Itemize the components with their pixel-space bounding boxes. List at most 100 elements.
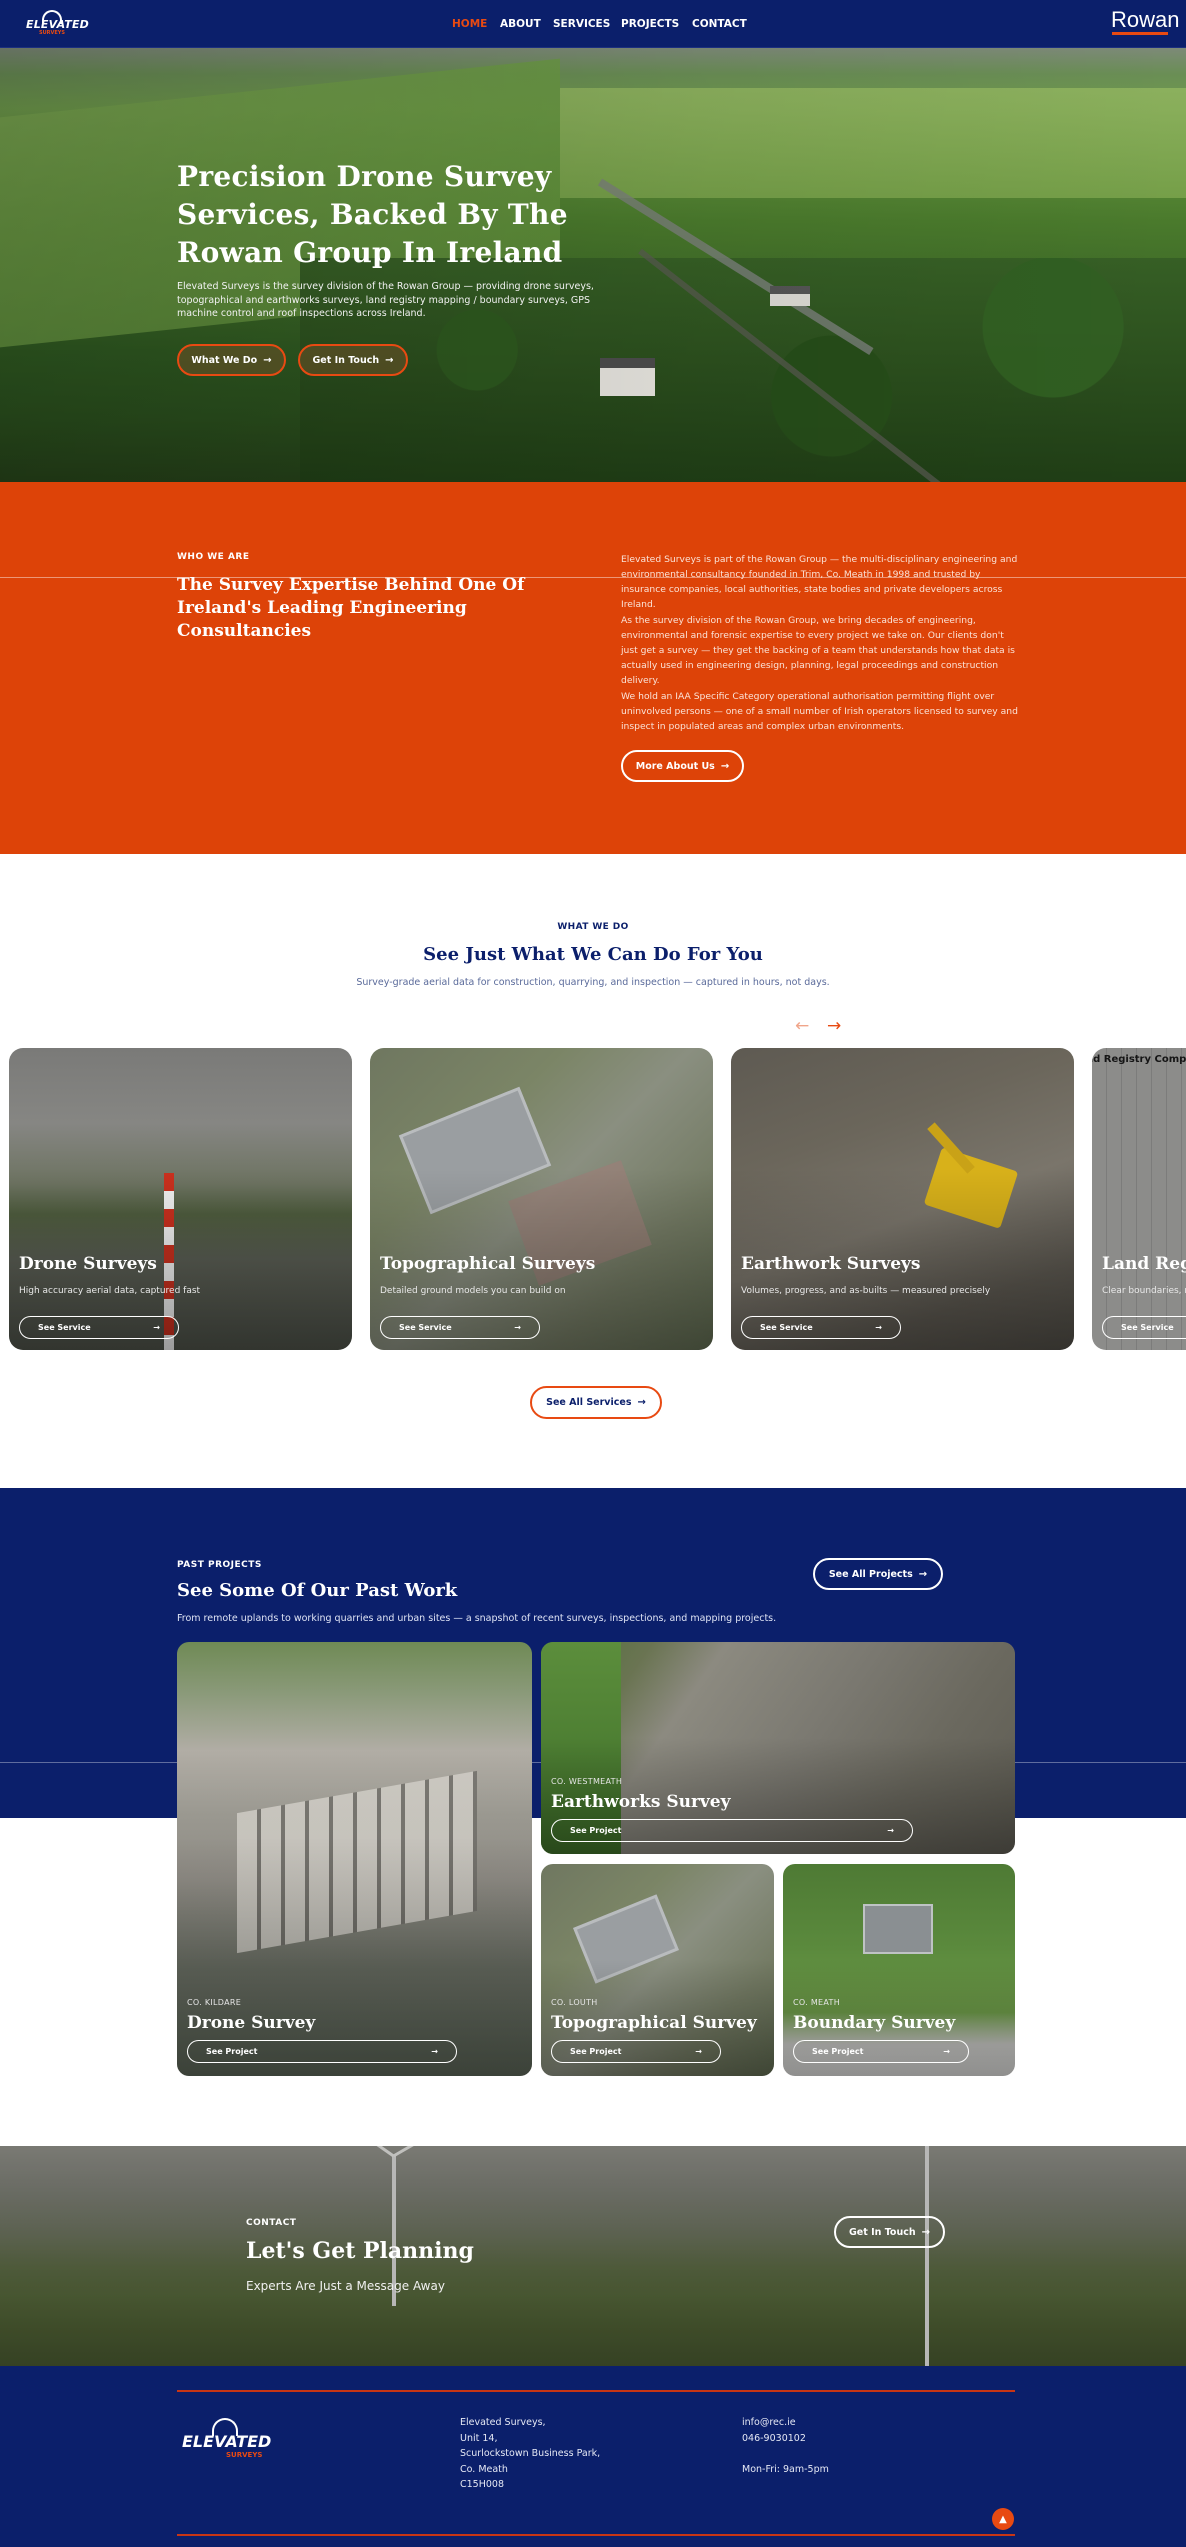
who-paragraph: Elevated Surveys is part of the Rowan Gr… xyxy=(621,554,1018,610)
contact-section: CONTACT Let's Get Planning Experts Are J… xyxy=(0,2146,1186,2366)
service-card-title: Topographical Surveys xyxy=(380,1254,596,1274)
address-line: Elevated Surveys, xyxy=(460,2417,546,2428)
project-card-westmeath[interactable]: CO. WESTMEATH Earthworks Survey See Proj… xyxy=(541,1642,1015,1854)
footer-phone[interactable]: 046-9030102 xyxy=(742,2433,806,2444)
nav-home[interactable]: HOME xyxy=(452,18,487,30)
arrow-left-icon[interactable]: ← xyxy=(795,1016,809,1036)
service-card-desc: Volumes, progress, and as-builts — measu… xyxy=(741,1286,991,1296)
arrow-right-icon[interactable]: → xyxy=(827,1016,841,1036)
arrow-right-icon: → xyxy=(695,2047,702,2056)
rowan-logo[interactable]: Rowan xyxy=(1111,7,1179,33)
arrow-right-icon: → xyxy=(921,2226,930,2238)
service-card-land-registry[interactable]: nd Registry Compl Land Registry Complian… xyxy=(1092,1048,1186,1350)
contact-overlay xyxy=(0,2146,1186,2366)
arrow-right-icon: → xyxy=(263,354,272,366)
nav-services[interactable]: SERVICES xyxy=(553,18,610,30)
see-service-button[interactable]: See Service → xyxy=(380,1316,540,1339)
arrow-right-icon: → xyxy=(887,1826,894,1835)
arrow-right-icon: → xyxy=(720,760,730,772)
card-overlay xyxy=(370,1048,713,1350)
project-location: CO. WESTMEATH xyxy=(551,1777,623,1786)
project-title: Topographical Survey xyxy=(551,2013,757,2033)
project-card-meath[interactable]: CO. MEATH Boundary Survey See Project → xyxy=(783,1864,1015,2076)
see-project-button[interactable]: See Project → xyxy=(187,2040,457,2063)
button-label: See Service xyxy=(1121,1323,1174,1332)
contact-subtitle: Experts Are Just a Message Away xyxy=(246,2279,445,2293)
footer-logo[interactable]: ELEVATED SURVEYS xyxy=(182,2418,272,2460)
button-label: Get In Touch xyxy=(312,354,380,366)
who-title: The Survey Expertise Behind One Of Irela… xyxy=(177,575,525,641)
who-paragraph: As the survey division of the Rowan Grou… xyxy=(621,615,1015,686)
service-card-desc: Clear boundaries, m xyxy=(1102,1286,1186,1296)
nav-contact[interactable]: CONTACT xyxy=(692,18,747,30)
button-label: More About Us xyxy=(635,760,715,772)
project-title: Earthworks Survey xyxy=(551,1792,731,1812)
elevated-logo[interactable]: ELEVATED SURVEYS xyxy=(26,9,89,39)
button-label: See Service xyxy=(38,1323,91,1332)
contact-title: Let's Get Planning xyxy=(246,2238,474,2264)
card-overlay xyxy=(1092,1048,1186,1350)
arrow-right-icon: → xyxy=(918,1568,928,1580)
button-label: See Service xyxy=(760,1323,813,1332)
project-location: CO. MEATH xyxy=(793,1998,841,2007)
see-service-button[interactable]: See Service → xyxy=(741,1316,901,1339)
project-location: CO. LOUTH xyxy=(551,1998,598,2007)
card-overlay xyxy=(177,1642,532,2076)
service-card-desc: High accuracy aerial data, captured fast xyxy=(19,1286,201,1296)
footer-email[interactable]: info@rec.ie xyxy=(742,2417,796,2428)
see-project-button[interactable]: See Project → xyxy=(793,2040,969,2063)
hero-section: Precision Drone Survey Services, Backed … xyxy=(0,48,1186,482)
project-card-louth[interactable]: CO. LOUTH Topographical Survey See Proje… xyxy=(541,1864,774,2076)
hero-body: Elevated Surveys is the survey division … xyxy=(177,281,594,319)
footer-hours: Mon-Fri: 9am-5pm xyxy=(742,2464,829,2475)
button-label: See Project xyxy=(570,2047,622,2056)
projects-title: See Some Of Our Past Work xyxy=(177,1580,458,1601)
what-we-do-button[interactable]: What We Do → xyxy=(177,344,286,376)
button-label: Get In Touch xyxy=(849,2226,916,2238)
button-label: See All Projects xyxy=(828,1568,913,1580)
get-in-touch-button[interactable]: Get In Touch → xyxy=(298,344,408,376)
arrow-right-icon: → xyxy=(153,1323,160,1332)
nav-about[interactable]: ABOUT xyxy=(500,18,541,30)
button-label: See Project xyxy=(812,2047,864,2056)
address-line: Scurlockstown Business Park, xyxy=(460,2448,601,2459)
see-all-services-button[interactable]: See All Services → xyxy=(530,1386,662,1419)
get-in-touch-button[interactable]: Get In Touch → xyxy=(834,2216,945,2248)
project-title: Drone Survey xyxy=(187,2013,316,2033)
service-card-topographical[interactable]: Topographical Surveys Detailed ground mo… xyxy=(370,1048,713,1350)
button-label: See Project xyxy=(570,1826,622,1835)
top-navbar: ELEVATED SURVEYS HOME ABOUT SERVICES PRO… xyxy=(0,0,1186,48)
service-card-title: Earthwork Surveys xyxy=(741,1254,921,1274)
button-label: See Service xyxy=(399,1323,452,1332)
see-all-projects-button[interactable]: See All Projects → xyxy=(813,1558,943,1590)
service-card-earthwork[interactable]: Earthwork Surveys Volumes, progress, and… xyxy=(731,1048,1074,1350)
logo-subtext: SURVEYS xyxy=(226,2451,263,2459)
service-card-title: Land Registry Compliant xyxy=(1102,1254,1186,1274)
more-about-us-button[interactable]: More About Us → xyxy=(621,750,744,782)
card-overlay xyxy=(9,1048,352,1350)
button-label: What We Do xyxy=(191,354,258,366)
button-label: See Project xyxy=(206,2047,258,2056)
project-title: Boundary Survey xyxy=(793,2013,956,2033)
see-service-button[interactable]: See Service→ xyxy=(1102,1316,1186,1339)
project-card-kildare[interactable]: CO. KILDARE Drone Survey See Project → xyxy=(177,1642,532,2076)
see-service-button[interactable]: See Service → xyxy=(19,1316,179,1339)
address-line: Co. Meath xyxy=(460,2464,508,2475)
see-project-button[interactable]: See Project → xyxy=(551,1819,913,1842)
chevron-up-icon[interactable]: ▲ xyxy=(992,2508,1014,2530)
service-card-drone[interactable]: Drone Surveys High accuracy aerial data,… xyxy=(9,1048,352,1350)
project-location: CO. KILDARE xyxy=(187,1998,242,2007)
projects-eyebrow: PAST PROJECTS xyxy=(177,1560,262,1570)
address-line: Unit 14, xyxy=(460,2433,498,2444)
logo-subtext: SURVEYS xyxy=(39,30,66,36)
service-card-title: Drone Surveys xyxy=(19,1254,157,1274)
arrow-right-icon: → xyxy=(875,1323,882,1332)
arrow-right-icon: → xyxy=(385,354,394,366)
see-project-button[interactable]: See Project → xyxy=(551,2040,721,2063)
arrow-right-icon: → xyxy=(514,1323,521,1332)
nav-projects[interactable]: PROJECTS xyxy=(621,18,679,30)
projects-subtitle: From remote uplands to working quarries … xyxy=(177,1613,777,1624)
button-label: See All Services xyxy=(546,1397,632,1408)
card-overlay xyxy=(731,1048,1074,1350)
who-paragraph: We hold an IAA Specific Category operati… xyxy=(621,691,1018,732)
